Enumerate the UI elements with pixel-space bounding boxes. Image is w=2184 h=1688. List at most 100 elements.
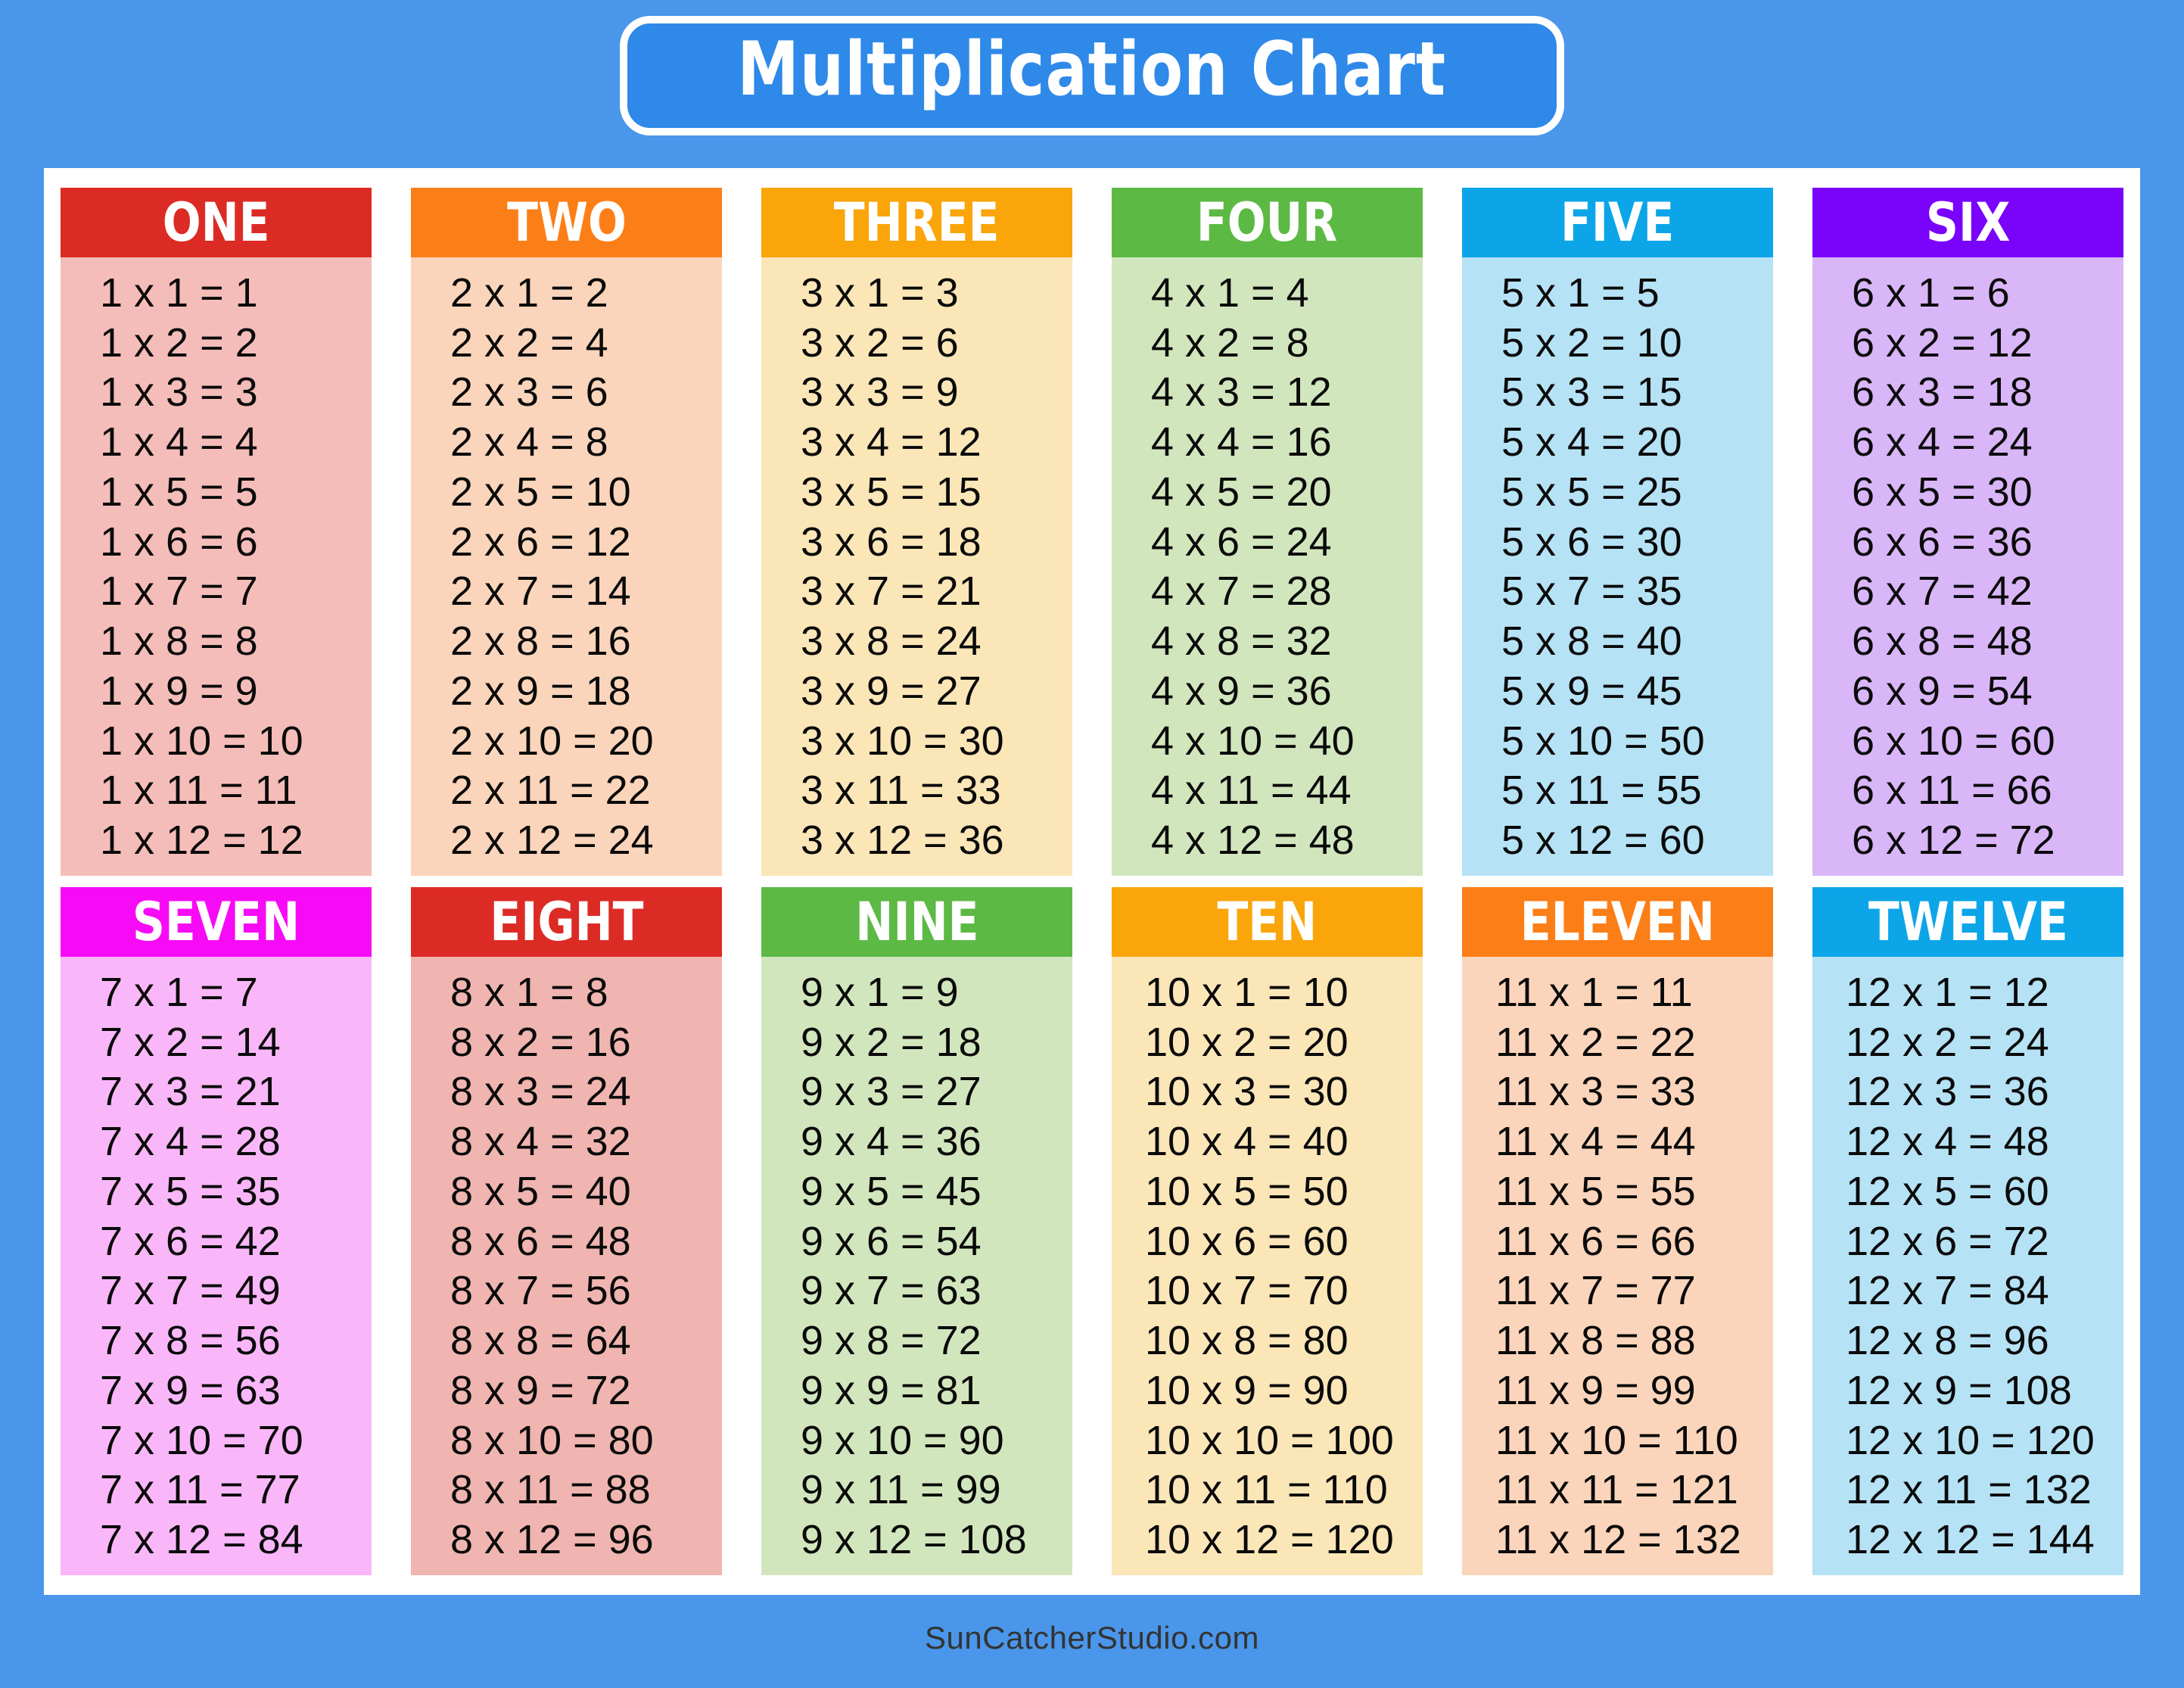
table-row: 1 x 1 = 1: [100, 269, 258, 316]
table-row: 8 x 9 = 72: [450, 1367, 631, 1413]
table-row: 8 x 5 = 40: [450, 1168, 631, 1214]
table-row: 10 x 6 = 60: [1145, 1218, 1349, 1264]
column-header-ten: TEN: [1112, 887, 1423, 957]
table-row: 4 x 7 = 28: [1151, 568, 1332, 615]
table-row: 9 x 3 = 27: [801, 1069, 982, 1115]
column-body-twelve: 12 x 1 = 12 12 x 2 = 24 12 x 3 = 36 12 x 4 …: [1812, 957, 2123, 1575]
column-body-two: 2 x 1 = 22 x 2 = 42 x 3 = 62 x 4 = 82 x …: [411, 257, 722, 876]
table-row: 6 x 10 = 60: [1852, 718, 2055, 764]
table-row: 9 x 11 = 99: [801, 1467, 1001, 1513]
table-row: 2 x 4 = 8: [450, 419, 608, 466]
table-row: 8 x 1 = 8: [450, 969, 608, 1015]
table-column-five: FIVE 5 x 1 = 55 x 2 = 10 5 x 3 = 15 5 x 4 =…: [1462, 188, 1773, 876]
column-header-eight: EIGHT: [411, 887, 722, 957]
table-row: 4 x 9 = 36: [1151, 668, 1332, 714]
table-column-seven: SEVEN 7 x 1 = 77 x 2 = 14 7 x 3 = 21 7 x 4 …: [61, 887, 372, 1575]
footer-credit: SunCatcherStudio.com: [925, 1620, 1259, 1655]
column-header-label: NINE: [854, 891, 979, 953]
table-row: 12 x 8 = 96: [1846, 1318, 2049, 1364]
table-row: 12 x 12 = 144: [1846, 1517, 2095, 1563]
column-header-label: TWO: [506, 192, 627, 254]
table-row: 4 x 1 = 4: [1151, 269, 1309, 316]
table-row: 2 x 11 = 22: [450, 768, 651, 814]
table-row: 1 x 3 = 3: [100, 369, 258, 416]
table-row: 3 x 2 = 6: [801, 319, 959, 366]
table-row: 2 x 2 = 4: [450, 319, 608, 366]
column-header-five: FIVE: [1462, 188, 1773, 257]
table-row: 8 x 7 = 56: [450, 1268, 631, 1314]
table-row: 7 x 10 = 70: [100, 1417, 303, 1463]
table-row: 6 x 12 = 72: [1852, 818, 2055, 864]
table-row: 4 x 8 = 32: [1151, 618, 1332, 665]
column-body-four: 4 x 1 = 44 x 2 = 84 x 3 = 12 4 x 4 = 16 4 …: [1112, 257, 1423, 876]
table-row: 6 x 7 = 42: [1852, 568, 2033, 615]
column-header-label: FOUR: [1196, 192, 1338, 254]
table-row: 5 x 7 = 35: [1501, 568, 1682, 615]
table-row: 9 x 4 = 36: [801, 1119, 982, 1165]
column-body-eleven: 11 x 1 = 11 11 x 2 = 22 11 x 3 = 33 11 x 4 …: [1462, 957, 1773, 1575]
table-row: 10 x 2 = 20: [1145, 1019, 1349, 1065]
table-row: 7 x 11 = 77: [100, 1467, 300, 1513]
column-body-five: 5 x 1 = 55 x 2 = 10 5 x 3 = 15 5 x 4 = 20 5…: [1462, 257, 1773, 876]
table-row: 9 x 8 = 72: [801, 1318, 982, 1364]
column-header-eleven: ELEVEN: [1462, 887, 1773, 957]
column-header-label: FIVE: [1560, 192, 1675, 254]
title-box: Multiplication Chart: [620, 16, 1564, 135]
table-row: 9 x 9 = 81: [801, 1367, 982, 1413]
table-row: 3 x 7 = 21: [801, 568, 982, 615]
table-row: 7 x 8 = 56: [100, 1318, 281, 1364]
column-header-label: TEN: [1217, 891, 1318, 953]
table-column-nine: NINE 9 x 1 = 99 x 2 = 18 9 x 3 = 27 9 x 4 =…: [761, 887, 1072, 1575]
column-header-six: SIX: [1812, 188, 2123, 257]
table-row: 10 x 9 = 90: [1145, 1367, 1349, 1413]
table-row: 12 x 5 = 60: [1846, 1168, 2049, 1214]
column-header-three: THREE: [761, 188, 1072, 257]
table-row: 3 x 3 = 9: [801, 369, 959, 416]
table-row: 4 x 3 = 12: [1151, 369, 1332, 416]
table-row: 10 x 7 = 70: [1145, 1268, 1349, 1314]
table-row: 4 x 12 = 48: [1151, 818, 1355, 864]
table-column-three: THREE 3 x 1 = 33 x 2 = 63 x 3 = 93 x 4 = …: [761, 188, 1072, 876]
table-row: 11 x 6 = 66: [1495, 1218, 1696, 1264]
table-row: 3 x 10 = 30: [801, 718, 1004, 764]
table-row: 6 x 2 = 12: [1852, 319, 2033, 366]
table-row: 5 x 8 = 40: [1501, 618, 1682, 665]
column-header-twelve: TWELVE: [1812, 887, 2123, 957]
table-row: 2 x 5 = 10: [450, 469, 631, 515]
column-header-label: SIX: [1925, 192, 2011, 254]
table-row: 5 x 1 = 5: [1501, 269, 1660, 316]
table-row: 11 x 7 = 77: [1495, 1268, 1696, 1314]
table-band-bottom: SEVEN 7 x 1 = 77 x 2 = 14 7 x 3 = 21 7 x 4 …: [61, 887, 2123, 1575]
table-row: 7 x 6 = 42: [100, 1218, 281, 1264]
table-row: 7 x 9 = 63: [100, 1367, 281, 1413]
column-header-four: FOUR: [1112, 188, 1423, 257]
title-banner: Multiplication Chart: [0, 0, 2184, 151]
table-column-six: SIX 6 x 1 = 66 x 2 = 12 6 x 3 = 18 6 x 4 = …: [1812, 188, 2123, 876]
table-row: 6 x 9 = 54: [1852, 668, 2033, 714]
table-row: 11 x 8 = 88: [1495, 1318, 1696, 1364]
column-body-six: 6 x 1 = 66 x 2 = 12 6 x 3 = 18 6 x 4 = 24 6…: [1812, 257, 2123, 876]
table-row: 5 x 5 = 25: [1501, 469, 1682, 515]
table-row: 12 x 10 = 120: [1846, 1417, 2095, 1463]
table-row: 8 x 8 = 64: [450, 1318, 631, 1364]
table-row: 1 x 5 = 5: [100, 469, 258, 515]
table-row: 10 x 8 = 80: [1145, 1318, 1349, 1364]
table-row: 1 x 6 = 6: [100, 519, 258, 565]
table-row: 7 x 12 = 84: [100, 1517, 303, 1563]
table-row: 8 x 10 = 80: [450, 1417, 654, 1463]
table-row: 11 x 5 = 55: [1495, 1168, 1696, 1214]
table-row: 6 x 11 = 66: [1852, 768, 2052, 814]
table-row: 11 x 1 = 11: [1495, 969, 1693, 1015]
table-row: 4 x 2 = 8: [1151, 319, 1309, 366]
table-row: 10 x 12 = 120: [1145, 1517, 1394, 1563]
column-body-three: 3 x 1 = 33 x 2 = 63 x 3 = 93 x 4 = 12 3 x…: [761, 257, 1072, 876]
table-row: 7 x 5 = 35: [100, 1168, 281, 1214]
table-row: 9 x 6 = 54: [801, 1218, 982, 1264]
table-row: 3 x 11 = 33: [801, 768, 1001, 814]
table-row: 6 x 1 = 6: [1852, 269, 2010, 316]
table-row: 12 x 3 = 36: [1846, 1069, 2049, 1115]
table-row: 11 x 9 = 99: [1495, 1367, 1696, 1413]
column-header-one: ONE: [61, 188, 372, 257]
column-header-seven: SEVEN: [61, 887, 372, 957]
table-row: 8 x 2 = 16: [450, 1019, 631, 1065]
